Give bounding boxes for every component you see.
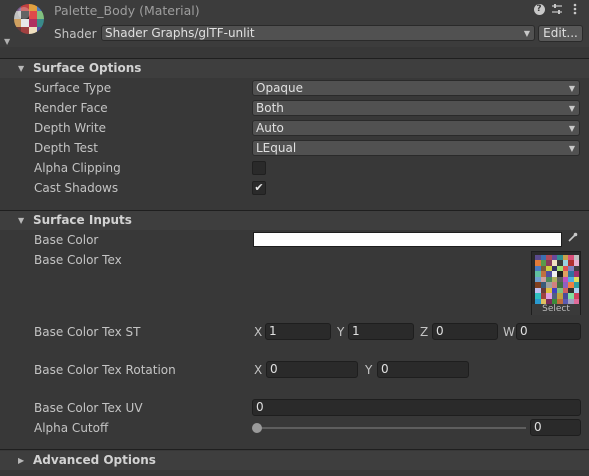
tex-st-x-field[interactable]: 1 bbox=[265, 323, 331, 340]
depth-test-dropdown[interactable]: LEqual ▼ bbox=[252, 140, 580, 156]
base-color-tex-label: Base Color Tex bbox=[34, 253, 122, 267]
divider bbox=[0, 449, 589, 450]
tex-uv-field[interactable]: 0 bbox=[252, 399, 581, 416]
foldout-open-icon: ▼ bbox=[18, 216, 25, 225]
section-surface-options[interactable]: ▼ Surface Options bbox=[0, 59, 589, 78]
checkmark-icon: ✔ bbox=[254, 181, 264, 194]
base-color-texture-slot[interactable]: Select bbox=[531, 251, 581, 315]
alpha-cutoff-label: Alpha Cutoff bbox=[34, 421, 109, 435]
header-icons: ? bbox=[533, 3, 581, 15]
more-icon[interactable] bbox=[569, 3, 581, 15]
base-color-tex-rotation-label: Base Color Tex Rotation bbox=[34, 363, 176, 377]
depth-write-dropdown[interactable]: Auto ▼ bbox=[252, 120, 580, 136]
shader-value: Shader Graphs/glTF-unlit bbox=[105, 26, 255, 40]
collapse-arrow-icon[interactable]: ▼ bbox=[4, 37, 10, 46]
foldout-closed-icon: ▶ bbox=[18, 456, 25, 465]
shader-label: Shader bbox=[54, 27, 97, 41]
axis-x-label: X bbox=[254, 363, 263, 377]
depth-test-label: Depth Test bbox=[34, 141, 98, 155]
tex-rotation-x-field[interactable]: 0 bbox=[266, 361, 358, 378]
edit-shader-button[interactable]: Edit... bbox=[538, 25, 583, 42]
dropdown-arrow-icon: ▼ bbox=[523, 29, 530, 38]
depth-test-value: LEqual bbox=[256, 141, 297, 155]
tex-st-w-field[interactable]: 0 bbox=[516, 323, 581, 340]
render-face-dropdown[interactable]: Both ▼ bbox=[252, 100, 580, 116]
texture-select-button[interactable]: Select bbox=[532, 304, 580, 315]
axis-x-label: X bbox=[254, 325, 263, 339]
section-advanced-options[interactable]: ▶ Advanced Options bbox=[0, 451, 589, 470]
dropdown-arrow-icon: ▼ bbox=[568, 84, 575, 93]
surface-type-label: Surface Type bbox=[34, 81, 112, 95]
render-face-label: Render Face bbox=[34, 101, 108, 115]
base-color-label: Base Color bbox=[34, 233, 99, 247]
base-color-swatch[interactable] bbox=[253, 232, 562, 247]
depth-write-value: Auto bbox=[256, 121, 284, 135]
section-title: Surface Inputs bbox=[33, 213, 132, 227]
cast-shadows-label: Cast Shadows bbox=[34, 181, 119, 195]
tex-st-y-field[interactable]: 1 bbox=[348, 323, 414, 340]
material-title: Palette_Body (Material) bbox=[54, 3, 200, 18]
cast-shadows-checkbox[interactable]: ✔ bbox=[252, 181, 266, 195]
alpha-cutoff-slider-track[interactable] bbox=[257, 427, 526, 429]
texture-thumbnail bbox=[535, 255, 579, 304]
surface-type-value: Opaque bbox=[256, 81, 304, 95]
section-surface-inputs[interactable]: ▼ Surface Inputs bbox=[0, 211, 589, 230]
foldout-open-icon: ▼ bbox=[18, 64, 25, 73]
dropdown-arrow-icon: ▼ bbox=[568, 104, 575, 113]
dropdown-arrow-icon: ▼ bbox=[568, 144, 575, 153]
axis-y-label: Y bbox=[337, 325, 345, 339]
base-color-tex-uv-label: Base Color Tex UV bbox=[34, 401, 143, 415]
alpha-cutoff-slider-thumb[interactable] bbox=[252, 423, 262, 433]
alpha-clipping-checkbox[interactable] bbox=[252, 161, 266, 175]
dropdown-arrow-icon: ▼ bbox=[568, 124, 575, 133]
base-color-tex-st-label: Base Color Tex ST bbox=[34, 325, 141, 339]
material-header: Palette_Body (Material) ? ▼ Shader Shade… bbox=[0, 0, 589, 47]
depth-write-label: Depth Write bbox=[34, 121, 107, 135]
axis-y-label: Y bbox=[365, 363, 373, 377]
axis-w-label: W bbox=[503, 325, 515, 339]
tex-rotation-y-field[interactable]: 0 bbox=[377, 361, 469, 378]
section-title: Surface Options bbox=[33, 61, 142, 75]
material-preview-icon[interactable] bbox=[13, 3, 45, 35]
render-face-value: Both bbox=[256, 101, 284, 115]
settings-sliders-icon[interactable] bbox=[551, 3, 563, 15]
axis-z-label: Z bbox=[420, 325, 429, 339]
eyedropper-icon[interactable] bbox=[565, 232, 579, 247]
alpha-cutoff-field[interactable]: 0 bbox=[530, 419, 581, 436]
shader-dropdown[interactable]: Shader Graphs/glTF-unlit ▼ bbox=[101, 25, 535, 41]
help-icon[interactable]: ? bbox=[533, 3, 545, 15]
tex-st-z-field[interactable]: 0 bbox=[432, 323, 498, 340]
surface-type-dropdown[interactable]: Opaque ▼ bbox=[252, 80, 580, 96]
section-title: Advanced Options bbox=[33, 453, 156, 467]
alpha-clipping-label: Alpha Clipping bbox=[34, 161, 121, 175]
